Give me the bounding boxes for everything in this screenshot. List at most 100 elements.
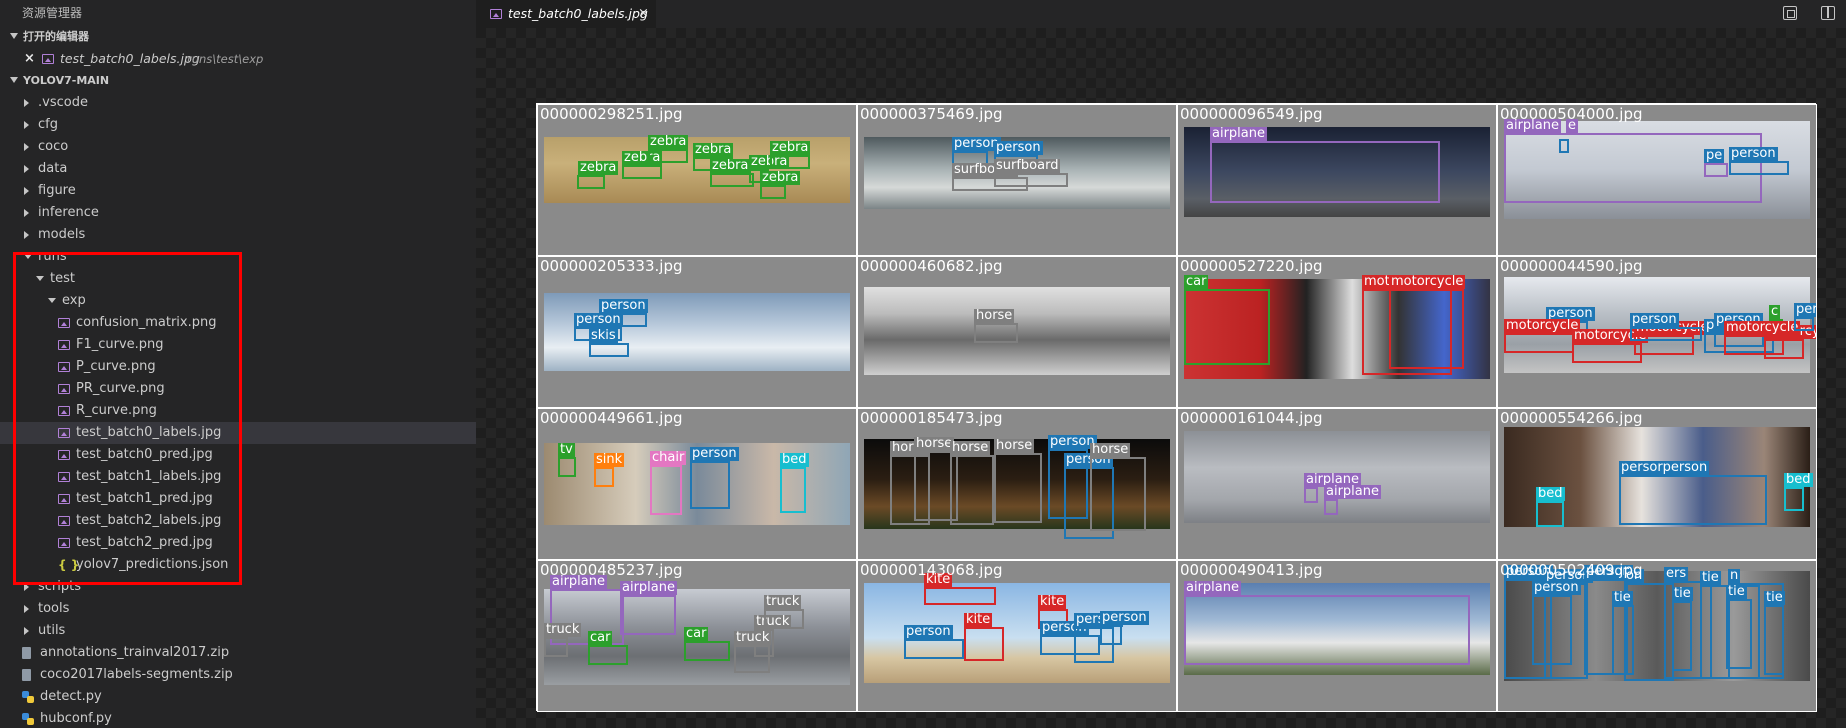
tile-filename: 000000502409.jpg: [1500, 561, 1643, 579]
chevron-right-icon: [24, 165, 29, 173]
bounding-box: [577, 175, 605, 189]
bounding-box: [589, 343, 629, 357]
bounding-box: [1532, 595, 1572, 665]
split-editor-icon[interactable]: [1821, 6, 1835, 20]
tab-test-batch0-labels[interactable]: test_batch0_labels.jpg ×: [476, 0, 656, 28]
tree-item[interactable]: runs: [0, 246, 476, 268]
tree-item[interactable]: cfg: [0, 114, 476, 136]
bounding-box: [764, 609, 804, 629]
tree-item[interactable]: test_batch0_labels.jpg: [0, 422, 476, 444]
tree-item[interactable]: F1_curve.png: [0, 334, 476, 356]
tree-item[interactable]: inference: [0, 202, 476, 224]
tree-item[interactable]: coco: [0, 136, 476, 158]
tree-item-label: coco2017labels-segments.zip: [40, 667, 233, 682]
bounding-box: [594, 467, 614, 487]
tile-filename: 000000096549.jpg: [1180, 105, 1323, 123]
tree-item[interactable]: data: [0, 158, 476, 180]
box-label: persorperson: [1619, 460, 1710, 475]
tree-item-label: confusion_matrix.png: [76, 315, 217, 330]
tree-item-label: inference: [38, 205, 99, 220]
box-label: tie: [1612, 590, 1633, 605]
bounding-box: [1724, 335, 1784, 355]
tree-item[interactable]: scripts: [0, 576, 476, 598]
tree-item-label: tools: [38, 601, 70, 616]
tree-item[interactable]: confusion_matrix.png: [0, 312, 476, 334]
close-editor-icon[interactable]: ×: [24, 48, 35, 70]
box-label: horse: [914, 436, 955, 451]
tree-item-label: figure: [38, 183, 76, 198]
tile-photo: tv sink chair person bed: [544, 443, 850, 525]
tree-item[interactable]: PR_curve.png: [0, 378, 476, 400]
tile-filename: 000000185473.jpg: [860, 409, 1003, 427]
tree-item-label: annotations_trainval2017.zip: [40, 645, 230, 660]
tree-item[interactable]: hubconf.py: [0, 708, 476, 728]
bounding-box: [1729, 161, 1789, 175]
mosaic-tile: airplane airplane truck truck truck car car tru…: [537, 560, 857, 712]
tree-item-label: data: [38, 161, 68, 176]
tree-item[interactable]: figure: [0, 180, 476, 202]
python-file-icon: [22, 713, 34, 725]
tree-item[interactable]: tools: [0, 598, 476, 620]
tree-item[interactable]: detect.py: [0, 686, 476, 708]
tree-item-label: exp: [62, 293, 86, 308]
image-file-icon: [58, 494, 70, 504]
open-editors-label: 打开的编辑器: [23, 30, 89, 43]
bounding-box: [994, 173, 1068, 187]
image-file-icon: [42, 54, 54, 64]
tile-filename: 000000460682.jpg: [860, 257, 1003, 275]
open-editors-header[interactable]: 打开的编辑器: [0, 26, 476, 48]
tree-item[interactable]: annotations_trainval2017.zip: [0, 642, 476, 664]
box-label: kite: [964, 612, 993, 627]
tree-item-label: hubconf.py: [40, 711, 112, 726]
chevron-right-icon: [24, 143, 29, 151]
collapse-icon: [10, 77, 18, 83]
box-label: car: [1184, 274, 1209, 289]
box-label: person: [904, 624, 953, 639]
tile-filename: 000000490413.jpg: [1180, 561, 1323, 579]
tile-filename: 000000143068.jpg: [860, 561, 1003, 579]
tab-bar: test_batch0_labels.jpg ×: [476, 0, 1846, 28]
tree-item-label: test_batch1_labels.jpg: [76, 469, 222, 484]
mosaic-tile: zebra zebra zebra zebra zebra zebra zebra zebra…: [537, 104, 857, 256]
open-editor-item[interactable]: × test_batch0_labels.jpg runs\test\exp: [0, 48, 476, 70]
box-label: horse: [974, 308, 1015, 323]
box-label: car: [588, 630, 613, 645]
tree-item[interactable]: models: [0, 224, 476, 246]
open-changes-icon[interactable]: [1783, 6, 1797, 20]
tree-item[interactable]: { } yolov7_predictions.json: [0, 554, 476, 576]
mosaic-tile: kite kite kite person person person person 0000…: [857, 560, 1177, 712]
box-label: zebra: [770, 140, 811, 155]
tree-item-label: test_batch1_pred.jpg: [76, 491, 213, 506]
tree-item[interactable]: coco2017labels-segments.zip: [0, 664, 476, 686]
project-header[interactable]: YOLOV7-MAIN: [0, 70, 476, 92]
bounding-box: [1536, 501, 1564, 527]
tree-item[interactable]: test_batch0_pred.jpg: [0, 444, 476, 466]
tree-item[interactable]: test: [0, 268, 476, 290]
image-viewer[interactable]: zebra zebra zebra zebra zebra zebra zebra zebra…: [476, 28, 1846, 728]
tree-item[interactable]: test_batch2_labels.jpg: [0, 510, 476, 532]
box-label: zebra: [760, 170, 801, 185]
tree-item[interactable]: exp: [0, 290, 476, 312]
bounding-box: [734, 645, 770, 673]
bounding-box: [588, 645, 628, 665]
tree-item[interactable]: P_curve.png: [0, 356, 476, 378]
tree-item[interactable]: test_batch1_pred.jpg: [0, 488, 476, 510]
tree-item[interactable]: utils: [0, 620, 476, 642]
tile-filename: 000000504000.jpg: [1500, 105, 1643, 123]
tree-item[interactable]: test_batch1_labels.jpg: [0, 466, 476, 488]
chevron-right-icon: [24, 627, 29, 635]
tree-item-label: detect.py: [40, 689, 102, 704]
tile-photo: horse horse horse horse person person horse: [864, 435, 1170, 539]
box-label: zebra: [710, 158, 751, 173]
mosaic-tile: person person person on ers tie n person tie tie t…: [1497, 560, 1817, 712]
tree-item[interactable]: test_batch2_pred.jpg: [0, 532, 476, 554]
tree-item-label: scripts: [38, 579, 81, 594]
tree-item[interactable]: .vscode: [0, 92, 476, 114]
image-file-icon: [490, 9, 502, 19]
bounding-box: [1612, 605, 1634, 675]
tree-item[interactable]: R_curve.png: [0, 400, 476, 422]
tree-item-label: utils: [38, 623, 66, 638]
box-label: horse: [994, 438, 1035, 453]
box-label: zebra: [648, 134, 689, 149]
tab-close-icon[interactable]: ×: [638, 0, 649, 28]
